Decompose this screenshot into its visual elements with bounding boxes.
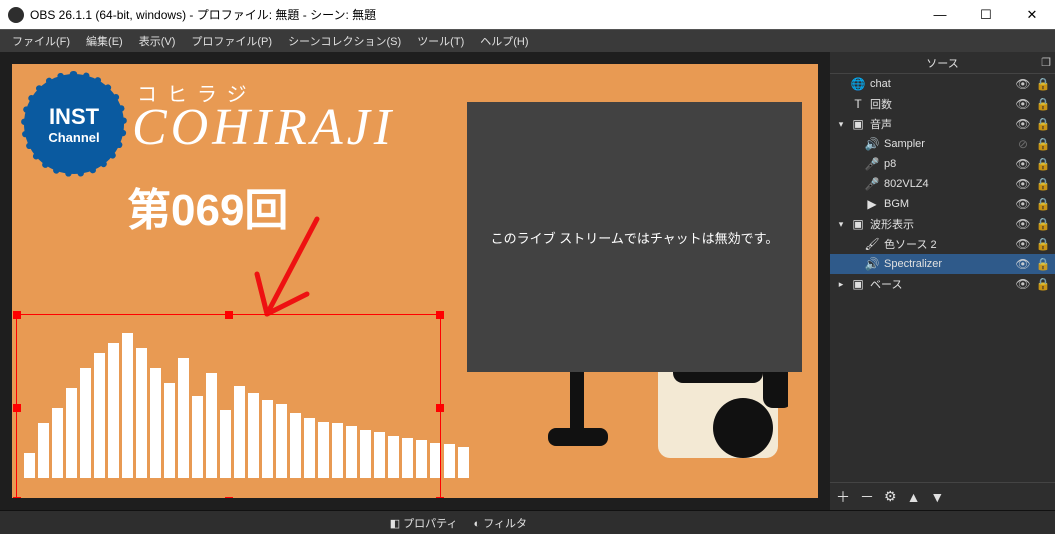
visibility-toggle-icon[interactable]: 👁 (1015, 217, 1031, 231)
chat-overlay: このライブ ストリームではチャットは無効です。 (467, 102, 802, 372)
source-settings-button[interactable]: ⚙ (884, 488, 897, 505)
window-title: OBS 26.1.1 (64-bit, windows) - プロファイル: 無… (30, 6, 917, 23)
menu-file[interactable]: ファイル(F) (4, 33, 78, 49)
source-type-icon: 🖌 (864, 237, 880, 251)
visibility-toggle-icon[interactable]: 👁 (1015, 277, 1031, 291)
minimize-button[interactable]: — (917, 0, 963, 30)
source-row[interactable]: 🔊 Sampler ⊘ 🔒 (830, 134, 1055, 154)
titlebar: OBS 26.1.1 (64-bit, windows) - プロファイル: 無… (0, 0, 1055, 30)
visibility-toggle-icon[interactable]: 👁 (1015, 197, 1031, 211)
source-row[interactable]: 🌐 chat 👁 🔒 (830, 74, 1055, 94)
expand-chevron-icon[interactable]: ▸ (836, 279, 846, 290)
lock-toggle-icon[interactable]: 🔒 (1035, 77, 1051, 91)
source-label: 802VLZ4 (884, 178, 1011, 190)
channel-badge: INST Channel (24, 74, 124, 174)
expand-chevron-icon[interactable]: ▾ (836, 119, 846, 130)
expand-chevron-icon[interactable]: ▾ (836, 219, 846, 230)
source-row[interactable]: 🖌 色ソース 2 👁 🔒 (830, 234, 1055, 254)
source-row[interactable]: 🎤 p8 👁 🔒 (830, 154, 1055, 174)
move-up-button[interactable]: ▲ (907, 489, 921, 505)
sources-panel: ソース ❐ 🌐chat👁🔒T回数👁🔒▾▣音声👁🔒🔊Sampler⊘🔒🎤p8👁🔒🎤… (830, 52, 1055, 510)
lock-toggle-icon[interactable]: 🔒 (1035, 157, 1051, 171)
source-type-icon: ▣ (850, 277, 866, 291)
menubar: ファイル(F) 編集(E) 表示(V) プロファイル(P) シーンコレクション(… (0, 30, 1055, 52)
source-label: p8 (884, 158, 1011, 170)
source-type-icon: 🎤 (864, 177, 880, 191)
move-down-button[interactable]: ▼ (930, 489, 944, 505)
source-type-icon: T (850, 97, 866, 111)
app-icon (8, 7, 24, 23)
source-label: 波形表示 (870, 216, 1011, 232)
menu-view[interactable]: 表示(V) (131, 33, 184, 49)
popout-icon[interactable]: ❐ (1041, 56, 1051, 69)
source-label: 色ソース 2 (884, 236, 1011, 252)
preview-canvas[interactable]: INST Channel コヒラジ COHIRAJI 第069回 (12, 64, 818, 498)
source-type-icon: ▣ (850, 117, 866, 131)
visibility-toggle-icon[interactable]: ⊘ (1015, 137, 1031, 151)
source-row[interactable]: T 回数 👁 🔒 (830, 94, 1055, 114)
chat-overlay-message: このライブ ストリームではチャットは無効です。 (491, 228, 779, 247)
sources-toolbar: ＋ － ⚙ ▲ ▼ (830, 482, 1055, 510)
source-label: 音声 (870, 116, 1011, 132)
sources-panel-header: ソース ❐ (830, 52, 1055, 74)
visibility-toggle-icon[interactable]: 👁 (1015, 237, 1031, 251)
lock-toggle-icon[interactable]: 🔒 (1035, 137, 1051, 151)
visibility-toggle-icon[interactable]: 👁 (1015, 177, 1031, 191)
add-source-button[interactable]: ＋ (836, 487, 850, 507)
source-label: ベース (870, 276, 1011, 292)
lock-toggle-icon[interactable]: 🔒 (1035, 117, 1051, 131)
lock-toggle-icon[interactable]: 🔒 (1035, 277, 1051, 291)
source-type-icon: 🔊 (864, 137, 880, 151)
source-type-icon: ▣ (850, 217, 866, 231)
menu-tools[interactable]: ツール(T) (409, 33, 472, 49)
maximize-button[interactable]: ☐ (963, 0, 1009, 30)
source-label: chat (870, 78, 1011, 90)
menu-profile[interactable]: プロファイル(P) (183, 33, 280, 49)
lock-toggle-icon[interactable]: 🔒 (1035, 197, 1051, 211)
visibility-toggle-icon[interactable]: 👁 (1015, 77, 1031, 91)
bottom-bar: ◧ プロパティ ◐ フィルタ (0, 510, 1055, 534)
source-type-icon: 🔊 (864, 257, 880, 271)
source-row[interactable]: ▾ ▣ 波形表示 👁 🔒 (830, 214, 1055, 234)
remove-source-button[interactable]: － (860, 487, 874, 507)
source-type-icon: 🌐 (850, 77, 866, 91)
properties-button[interactable]: ◧ プロパティ (390, 515, 458, 531)
spectralizer-bar (458, 447, 469, 478)
visibility-toggle-icon[interactable]: 👁 (1015, 257, 1031, 271)
source-row[interactable]: ▾ ▣ 音声 👁 🔒 (830, 114, 1055, 134)
lock-toggle-icon[interactable]: 🔒 (1035, 217, 1051, 231)
title-latin: COHIRAJI (132, 98, 395, 157)
menu-scene-collection[interactable]: シーンコレクション(S) (280, 33, 409, 49)
visibility-toggle-icon[interactable]: 👁 (1015, 157, 1031, 171)
source-label: Spectralizer (884, 258, 1011, 270)
source-label: Sampler (884, 138, 1011, 150)
visibility-toggle-icon[interactable]: 👁 (1015, 117, 1031, 131)
source-row[interactable]: 🔊 Spectralizer 👁 🔒 (830, 254, 1055, 274)
menu-help[interactable]: ヘルプ(H) (472, 33, 536, 49)
source-row[interactable]: ▸ ▣ ベース 👁 🔒 (830, 274, 1055, 294)
source-label: 回数 (870, 96, 1011, 112)
source-row[interactable]: 🎤 802VLZ4 👁 🔒 (830, 174, 1055, 194)
sources-panel-title: ソース (926, 55, 958, 71)
lock-toggle-icon[interactable]: 🔒 (1035, 97, 1051, 111)
lock-toggle-icon[interactable]: 🔒 (1035, 177, 1051, 191)
lock-toggle-icon[interactable]: 🔒 (1035, 257, 1051, 271)
filters-button[interactable]: ◐ フィルタ (474, 515, 527, 531)
visibility-toggle-icon[interactable]: 👁 (1015, 97, 1031, 111)
sources-list[interactable]: 🌐 chat 👁 🔒 T 回数 👁 🔒 ▾ ▣ 音声 👁 🔒 🔊 Sampler ⊘ 🔒 🎤 p8 👁 🔒 🎤 802VLZ… (830, 74, 1055, 482)
source-type-icon: 🎤 (864, 157, 880, 171)
source-label: BGM (884, 198, 1011, 210)
source-row[interactable]: ▶ BGM 👁 🔒 (830, 194, 1055, 214)
menu-edit[interactable]: 編集(E) (78, 33, 131, 49)
spectralizer-bar (444, 444, 455, 478)
preview-area[interactable]: INST Channel コヒラジ COHIRAJI 第069回 (0, 52, 830, 510)
source-type-icon: ▶ (864, 197, 880, 211)
selection-box[interactable] (16, 314, 441, 498)
lock-toggle-icon[interactable]: 🔒 (1035, 237, 1051, 251)
close-button[interactable]: ✕ (1009, 0, 1055, 30)
